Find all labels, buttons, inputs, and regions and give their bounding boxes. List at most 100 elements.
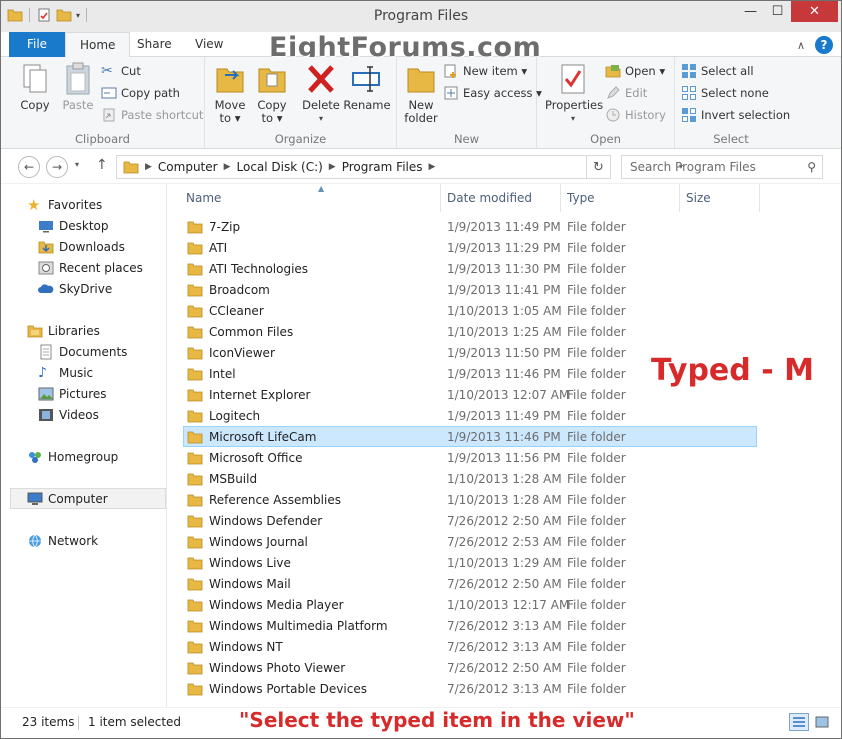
paste-button[interactable]: Paste — [59, 61, 97, 112]
group-clipboard: Copy Paste ✂ Cut Copy path Paste shortcu… — [1, 57, 205, 149]
select-all-label: Select all — [701, 64, 754, 78]
maximize-button[interactable]: ☐ — [764, 1, 791, 22]
folder-icon — [187, 683, 203, 695]
file-name: Windows Live — [209, 555, 291, 570]
file-date: 1/10/2013 12:17 AM — [447, 597, 570, 612]
folder-icon — [187, 284, 203, 296]
refresh-button[interactable]: ↻ — [586, 156, 610, 178]
nav-computer[interactable]: Computer — [10, 488, 166, 509]
easy-access-button[interactable]: Easy access ▾ — [443, 84, 542, 102]
tab-file[interactable]: File — [9, 32, 65, 57]
column-header-type[interactable]: Type — [561, 184, 680, 212]
tab-view[interactable]: View — [181, 32, 237, 57]
copy-label: Copy — [20, 98, 50, 112]
delete-icon — [308, 65, 334, 93]
paste-shortcut-button[interactable]: Paste shortcut — [101, 106, 203, 124]
file-row[interactable]: Windows Multimedia Platform 7/26/2012 3:1… — [184, 615, 756, 636]
folder-icon — [187, 494, 203, 506]
breadcrumb-local-disk[interactable]: Local Disk (C:) — [237, 160, 323, 174]
delete-label: Delete — [302, 98, 340, 112]
new-folder-button[interactable]: New folder — [401, 61, 441, 125]
folder-icon — [187, 578, 203, 590]
nav-desktop-label: Desktop — [59, 218, 109, 233]
copy-path-label: Copy path — [121, 86, 180, 100]
invert-selection-button[interactable]: Invert selection — [681, 106, 790, 124]
delete-caret: ▾ — [318, 114, 323, 123]
breadcrumb-computer[interactable]: Computer — [158, 160, 218, 174]
file-row[interactable]: Windows Defender 7/26/2012 2:50 AM File fo… — [184, 510, 756, 531]
back-button[interactable]: ← — [18, 156, 40, 178]
file-row[interactable]: Windows NT 7/26/2012 3:13 AM File folder — [184, 636, 756, 657]
cloud-icon — [38, 283, 54, 293]
file-row[interactable]: Microsoft Office 1/9/2013 11:56 PM File fo… — [184, 447, 756, 468]
file-row[interactable]: Windows Photo Viewer 7/26/2012 2:50 AM Fil… — [184, 657, 756, 678]
file-row[interactable]: Windows Media Player 1/10/2013 12:17 AM Fi… — [184, 594, 756, 615]
properties-button[interactable]: Properties ▾ — [545, 61, 603, 125]
chevron-right-icon[interactable]: ▶ — [145, 162, 152, 172]
new-folder-label-2: folder — [404, 111, 438, 125]
details-view-button[interactable] — [789, 713, 809, 731]
forward-button[interactable]: → — [46, 156, 68, 178]
minimize-button[interactable]: — — [737, 1, 764, 22]
select-none-button[interactable]: Select none — [681, 84, 769, 102]
open-button[interactable]: Open ▾ — [605, 62, 665, 80]
edit-button[interactable]: Edit — [605, 84, 647, 102]
file-row[interactable]: ATI 1/9/2013 11:29 PM File folder — [184, 237, 756, 258]
file-row[interactable]: Common Files 1/10/2013 1:25 AM File folder — [184, 321, 756, 342]
file-date: 7/26/2012 3:13 AM — [447, 681, 562, 696]
file-date: 1/9/2013 11:46 PM — [447, 429, 561, 444]
file-row[interactable]: Logitech 1/9/2013 11:49 PM File folder — [184, 405, 756, 426]
file-date: 7/26/2012 2:53 AM — [447, 534, 562, 549]
select-none-icon — [682, 86, 696, 100]
file-date: 1/9/2013 11:50 PM — [447, 345, 561, 360]
file-row[interactable]: Windows Live 1/10/2013 1:29 AM File folder — [184, 552, 756, 573]
file-row[interactable]: Windows Portable Devices 7/26/2012 3:13 A… — [184, 678, 756, 699]
copy-to-button[interactable]: Copy to ▾ — [253, 61, 291, 125]
select-all-button[interactable]: Select all — [681, 62, 754, 80]
copy-path-button[interactable]: Copy path — [101, 84, 180, 102]
copy-button[interactable]: Copy — [15, 61, 55, 112]
file-row[interactable]: Broadcom 1/9/2013 11:41 PM File folder — [184, 279, 756, 300]
column-header-size[interactable]: Size — [680, 184, 760, 212]
column-header-name[interactable]: Name ▲ — [180, 184, 441, 212]
rename-button[interactable]: Rename — [343, 61, 391, 112]
file-row[interactable]: Reference Assemblies 1/10/2013 1:28 AM Fil… — [184, 489, 756, 510]
chevron-right-icon[interactable]: ▶ — [429, 162, 436, 172]
file-row[interactable]: ATI Technologies 1/9/2013 11:30 PM File fo… — [184, 258, 756, 279]
nav-recent-places-label: Recent places — [59, 260, 143, 275]
folder-icon — [187, 536, 203, 548]
cut-button[interactable]: ✂ Cut — [101, 62, 141, 80]
delete-button[interactable]: Delete ▾ — [301, 61, 341, 125]
move-to-button[interactable]: Move to ▾ — [211, 61, 249, 125]
file-name: ATI — [209, 240, 228, 255]
properties-caret: ▾ — [570, 114, 575, 123]
history-button[interactable]: History — [605, 106, 666, 124]
large-icons-view-button[interactable] — [812, 713, 832, 731]
file-row[interactable]: Microsoft LifeCam 1/9/2013 11:46 PM File f… — [183, 426, 757, 447]
column-header-date[interactable]: Date modified — [441, 184, 561, 212]
back-arrow-icon: ← — [23, 160, 35, 174]
file-type: File folder — [567, 576, 626, 591]
address-bar[interactable]: ▶ Computer ▶ Local Disk (C:) ▶ Program F… — [116, 155, 683, 179]
tab-home[interactable]: Home — [65, 32, 131, 58]
breadcrumb-program-files[interactable]: Program Files — [342, 160, 423, 174]
search-input[interactable]: Search Program Files ⚲ — [621, 155, 823, 179]
up-button[interactable]: ↑ — [96, 157, 108, 173]
folder-icon — [187, 557, 203, 569]
file-row[interactable]: Windows Journal 7/26/2012 2:53 AM File fol… — [184, 531, 756, 552]
collapse-ribbon-icon[interactable]: ∧ — [793, 36, 809, 54]
file-row[interactable]: MSBuild 1/10/2013 1:28 AM File folder — [184, 468, 756, 489]
file-type: File folder — [567, 492, 626, 507]
file-row[interactable]: CCleaner 1/10/2013 1:05 AM File folder — [184, 300, 756, 321]
file-row[interactable]: Windows Mail 7/26/2012 2:50 AM File folder — [184, 573, 756, 594]
chevron-right-icon[interactable]: ▶ — [329, 162, 336, 172]
recent-locations-dropdown[interactable]: ▾ — [75, 160, 79, 169]
music-icon: ♪ — [38, 364, 47, 381]
tab-share[interactable]: Share — [123, 32, 186, 57]
new-item-button[interactable]: New item ▾ — [443, 62, 527, 80]
close-button[interactable]: ✕ — [791, 1, 838, 22]
file-row[interactable]: 7-Zip 1/9/2013 11:49 PM File folder — [184, 216, 756, 237]
help-icon[interactable]: ? — [815, 36, 833, 54]
chevron-right-icon[interactable]: ▶ — [224, 162, 231, 172]
folder-icon — [187, 242, 203, 254]
